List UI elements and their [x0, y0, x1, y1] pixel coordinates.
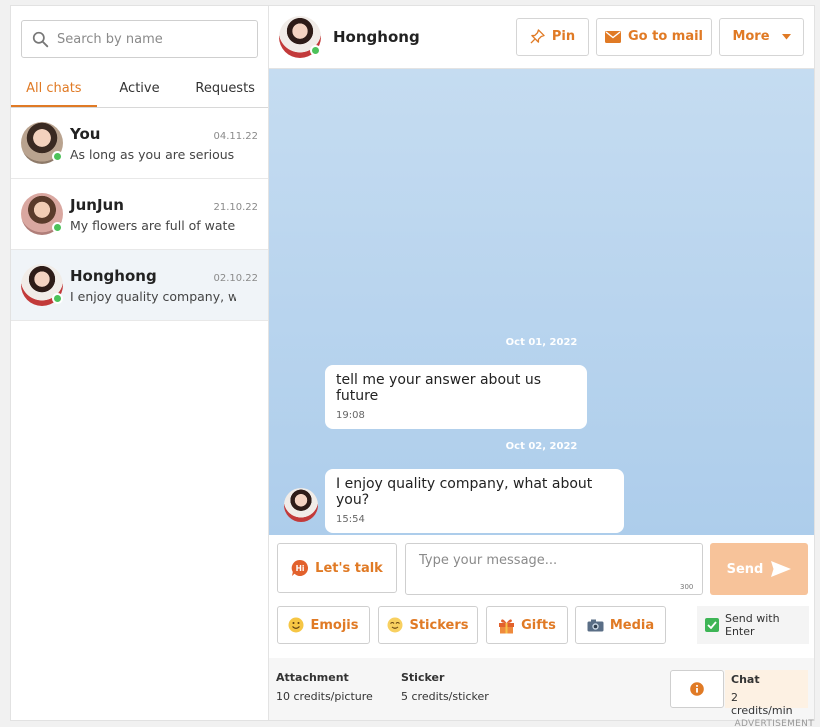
more-label: More [732, 29, 770, 45]
date-separator: Oct 02, 2022 [505, 440, 578, 452]
conversation-item-honghong[interactable]: Honghong 02.10.22 I enjoy quality compan… [11, 250, 268, 321]
contact-avatar[interactable] [279, 15, 321, 58]
message-time: 15:54 [336, 513, 365, 525]
emojis-button[interactable]: Emojis [277, 606, 370, 645]
chat-tabs: All chats Active Requests [11, 72, 268, 108]
hi-bubble-icon: Hi [291, 560, 309, 577]
online-status-dot [52, 151, 63, 162]
smiley-icon [288, 617, 304, 633]
pin-button[interactable]: Pin [516, 17, 589, 56]
pin-icon [530, 29, 545, 44]
send-with-enter-label: Send with Enter [725, 612, 780, 639]
character-limit: 300 [680, 583, 694, 592]
svg-text:Hi: Hi [296, 564, 305, 573]
sender-avatar[interactable] [284, 487, 318, 522]
attachment-credits-title: Attachment [276, 671, 349, 685]
sticker-credits: Sticker 5 credits/sticker [401, 671, 489, 703]
checkmark-icon [707, 621, 717, 630]
conversation-name: Honghong [70, 266, 157, 285]
date-separator: Oct 01, 2022 [505, 336, 578, 348]
search-icon [32, 31, 49, 47]
stickers-button[interactable]: Stickers [378, 606, 478, 645]
attachment-credits-value: 10 credits/picture [276, 690, 373, 704]
header-actions: Pin Go to mail More [516, 17, 804, 56]
emojis-label: Emojis [310, 617, 359, 633]
conversation-text: You 04.11.22 As long as you are serious … [70, 125, 258, 162]
advertisement-label: ADVERTISEMENT [734, 719, 814, 727]
message-text: tell me your answer about us future [336, 371, 541, 404]
chat-credits-title: Chat [731, 673, 760, 687]
send-label: Send [726, 561, 764, 577]
mail-label: Go to mail [627, 29, 704, 45]
search-box[interactable] [21, 20, 258, 58]
credits-info-button[interactable] [670, 670, 724, 709]
tab-all-chats[interactable]: All chats [11, 72, 97, 107]
chat-panel: Honghong Pin Go to mail More Oct 01, 202… [269, 6, 814, 721]
chat-header: Honghong Pin Go to mail More [269, 6, 814, 69]
lets-talk-label: Let's talk [315, 560, 383, 576]
message-bubble: tell me your answer about us future 19:0… [325, 364, 587, 429]
avatar [21, 122, 63, 164]
online-status-dot [310, 44, 321, 56]
conversation-name: JunJun [70, 195, 124, 214]
gifts-button[interactable]: Gifts [486, 606, 568, 645]
pin-label: Pin [551, 29, 576, 45]
conversation-date: 21.10.22 [213, 201, 258, 213]
chat-credits-value: 2 credits/min [731, 691, 793, 718]
info-icon [690, 682, 704, 697]
message-time: 19:08 [336, 409, 365, 421]
message-bubble: I enjoy quality company, what about you?… [325, 468, 624, 533]
chat-credits: Chat 2 credits/min [725, 670, 808, 717]
caret-down-icon [781, 33, 791, 40]
conversation-preview: I enjoy quality company, wha [70, 288, 236, 304]
message-thread[interactable]: Oct 01, 2022 tell me your answer about u… [269, 68, 814, 536]
tab-requests[interactable]: Requests [182, 72, 268, 107]
send-with-enter-checkbox[interactable] [705, 618, 719, 633]
media-label: Media [609, 617, 655, 633]
send-with-enter-option[interactable]: Send with Enter [697, 606, 809, 645]
credits-info-bar: Attachment 10 credits/picture Sticker 5 … [269, 658, 814, 721]
chat-app: All chats Active Requests You 04.11.22 A… [10, 5, 815, 721]
sticker-credits-title: Sticker [401, 671, 445, 685]
conversation-item-you[interactable]: You 04.11.22 As long as you are serious … [11, 108, 268, 179]
attachment-credits: Attachment 10 credits/picture [276, 671, 373, 703]
message-text: I enjoy quality company, what about you? [336, 475, 593, 508]
conversation-text: JunJun 21.10.22 My flowers are full of w… [70, 196, 258, 233]
sticker-icon [387, 617, 403, 633]
gifts-label: Gifts [521, 617, 556, 633]
avatar [21, 264, 63, 306]
sticker-credits-value: 5 credits/sticker [401, 690, 489, 704]
media-button[interactable]: Media [575, 606, 666, 645]
tab-active[interactable]: Active [97, 72, 183, 107]
camera-icon [587, 619, 604, 632]
conversation-date: 04.11.22 [213, 130, 258, 142]
conversation-sidebar: All chats Active Requests You 04.11.22 A… [11, 6, 269, 720]
conversation-item-junjun[interactable]: JunJun 21.10.22 My flowers are full of w… [11, 179, 268, 250]
message-input[interactable] [405, 543, 703, 596]
message-composer: Hi Let's talk 300 Send Emojis [269, 535, 814, 721]
search-input[interactable] [57, 31, 247, 47]
go-to-mail-button[interactable]: Go to mail [596, 17, 712, 56]
online-status-dot [52, 293, 63, 304]
contact-name[interactable]: Honghong [333, 28, 420, 46]
conversation-text: Honghong 02.10.22 I enjoy quality compan… [70, 267, 258, 304]
conversation-date: 02.10.22 [213, 272, 258, 284]
conversation-name: You [70, 124, 101, 143]
online-status-dot [52, 222, 63, 233]
mail-icon [604, 30, 621, 43]
send-arrow-icon [771, 561, 792, 578]
conversation-preview: As long as you are serious to [70, 146, 236, 162]
send-button[interactable]: Send [710, 543, 808, 596]
avatar [21, 193, 63, 235]
stickers-label: Stickers [409, 617, 469, 633]
more-button[interactable]: More [719, 17, 804, 56]
gift-icon [499, 619, 515, 634]
lets-talk-button[interactable]: Hi Let's talk [277, 543, 397, 594]
conversation-preview: My flowers are full of water, c [70, 217, 236, 233]
